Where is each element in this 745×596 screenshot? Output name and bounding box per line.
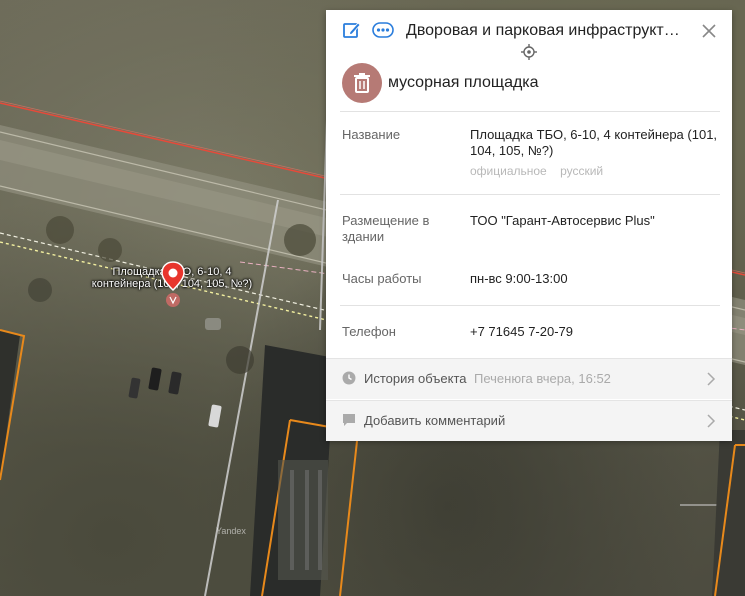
map-pin-icon[interactable] <box>161 260 189 308</box>
language-switch: официальное русский <box>470 164 613 178</box>
comment-icon <box>342 413 356 427</box>
history-row[interactable]: История объекта Печенюга вчера, 16:52 <box>326 358 732 399</box>
close-icon[interactable] <box>700 22 718 40</box>
placement-label: Размещение в здании <box>342 213 430 244</box>
category-row: мусорная площадка <box>326 58 732 112</box>
edit-icon[interactable] <box>342 20 362 40</box>
chevron-right-icon <box>706 371 716 387</box>
name-label: Название <box>342 127 401 142</box>
hours-value: пн-вс 9:00-13:00 <box>470 271 568 286</box>
comment-label[interactable]: Добавить комментарий <box>364 413 505 428</box>
history-label[interactable]: История объекта <box>364 371 467 386</box>
history-meta: Печенюга вчера, 16:52 <box>474 371 611 386</box>
trash-icon <box>342 63 382 103</box>
divider <box>340 111 720 112</box>
category-label: мусорная площадка <box>388 74 539 91</box>
placement-value[interactable]: ТОО "Гарант-Автосервис Plus" <box>470 213 724 229</box>
lang-official[interactable]: официальное <box>470 164 547 178</box>
divider <box>340 194 720 195</box>
panel-title: Дворовая и парковая инфраструкт… <box>406 22 680 39</box>
history-icon <box>342 371 356 385</box>
object-info-panel: Дворовая и парковая инфраструкт… мусорна… <box>326 10 732 441</box>
more-icon[interactable] <box>372 22 394 38</box>
divider <box>340 305 720 306</box>
yandex-watermark: Yandex <box>216 526 246 536</box>
name-value: Площадка ТБО, 6-10, 4 контейнера (101, 1… <box>470 127 718 158</box>
hours-label: Часы работы <box>342 271 422 286</box>
comment-row[interactable]: Добавить комментарий <box>326 400 732 441</box>
phone-value[interactable]: +7 71645 7-20-79 <box>470 324 724 340</box>
lang-russian[interactable]: русский <box>560 164 603 178</box>
phone-label: Телефон <box>342 324 396 339</box>
chevron-right-icon <box>706 413 716 429</box>
